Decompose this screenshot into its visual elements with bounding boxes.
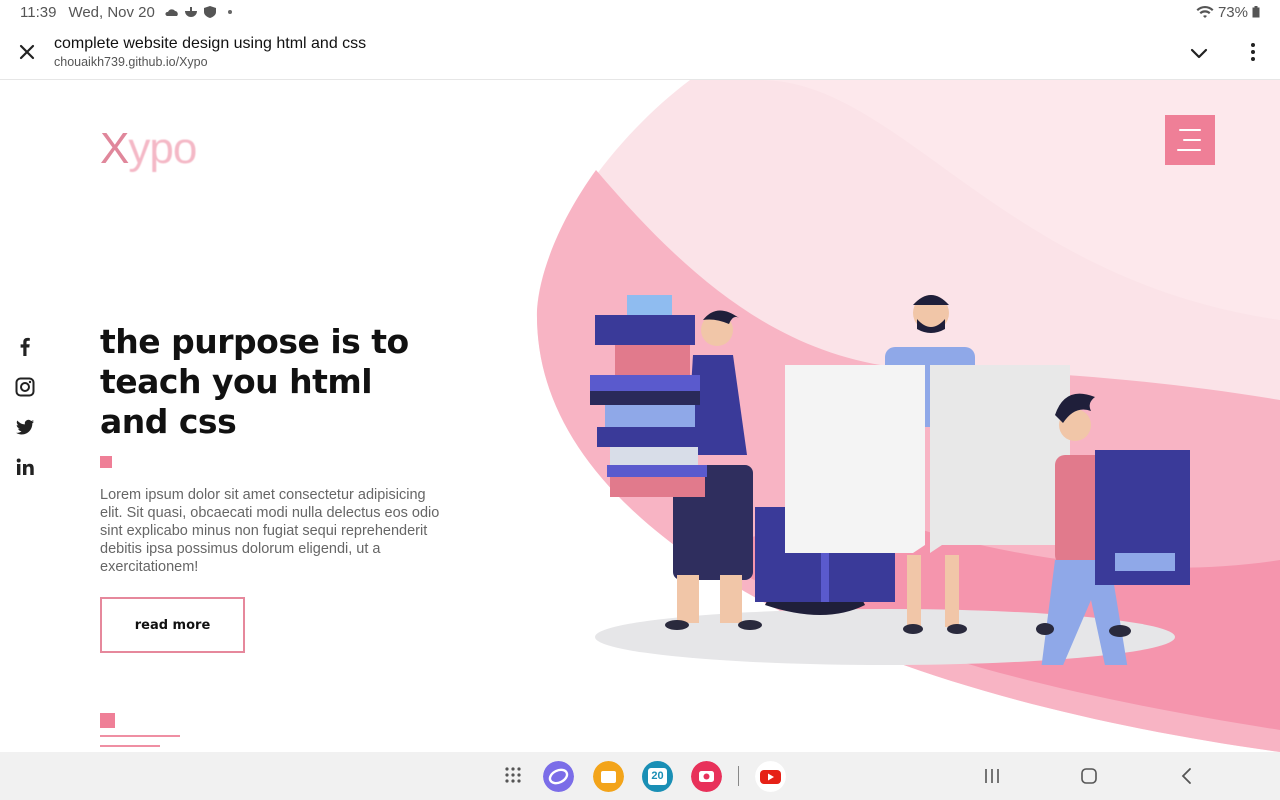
menu-line-icon: [1177, 149, 1201, 151]
calendar-day: 20: [648, 768, 667, 785]
social-links: [14, 336, 38, 496]
chevron-down-icon[interactable]: [1188, 42, 1210, 64]
status-bar: 11:39 Wed, Nov 20 73%: [0, 0, 1280, 24]
taskbar-divider: [738, 766, 739, 786]
hero-headline: the purpose is to teach you html and css: [100, 322, 409, 441]
wifi-icon: [1196, 5, 1214, 18]
shield-icon: [203, 6, 216, 18]
web-page: Xypo the purpose is to teach you html an…: [0, 80, 1280, 752]
hero-illustration: [590, 295, 1190, 665]
system-navigation-bar: 20: [0, 752, 1280, 800]
status-time: 11:39: [20, 3, 57, 21]
logo-rest: ypo: [128, 124, 197, 173]
hamburger-menu-button[interactable]: [1165, 115, 1215, 165]
instagram-icon[interactable]: [14, 376, 36, 398]
samsung-internet-icon[interactable]: [543, 761, 574, 792]
decorative-line: [100, 745, 160, 747]
screen-recorder-icon[interactable]: [691, 761, 722, 792]
home-button[interactable]: [1079, 766, 1099, 786]
my-files-icon[interactable]: [593, 761, 624, 792]
status-date: Wed, Nov 20: [68, 3, 155, 21]
page-title: complete website design using html and c…: [54, 35, 367, 52]
back-button[interactable]: [1177, 766, 1197, 786]
more-options-icon[interactable]: [1244, 41, 1262, 63]
calendar-icon[interactable]: 20: [642, 761, 673, 792]
read-more-button[interactable]: read more: [100, 597, 245, 653]
facebook-icon[interactable]: [14, 336, 36, 358]
hero-paragraph: Lorem ipsum dolor sit amet consectetur a…: [100, 487, 440, 575]
decorative-square-bottom: [100, 713, 115, 728]
site-logo[interactable]: Xypo: [100, 124, 197, 174]
battery-icon: [1252, 6, 1260, 18]
youtube-icon[interactable]: [755, 761, 786, 792]
page-url[interactable]: chouaikh739.github.io/Xypo: [54, 55, 208, 69]
menu-line-icon: [1179, 129, 1201, 131]
bowl-icon: [184, 7, 197, 17]
decorative-square: [100, 456, 112, 468]
decorative-line: [100, 735, 180, 737]
more-notifications-dot: [227, 10, 232, 14]
person-with-book-stack: [590, 295, 762, 630]
battery-percent: 73%: [1217, 3, 1248, 21]
browser-header: complete website design using html and c…: [0, 24, 1280, 80]
close-icon[interactable]: [16, 41, 38, 63]
weather-icon: [165, 9, 178, 16]
apps-grid-icon[interactable]: [500, 761, 531, 792]
linkedin-icon[interactable]: [14, 456, 36, 478]
twitter-icon[interactable]: [14, 416, 36, 438]
logo-x: X: [100, 124, 129, 173]
recent-apps-button[interactable]: [982, 766, 1002, 786]
menu-line-icon: [1183, 139, 1201, 141]
